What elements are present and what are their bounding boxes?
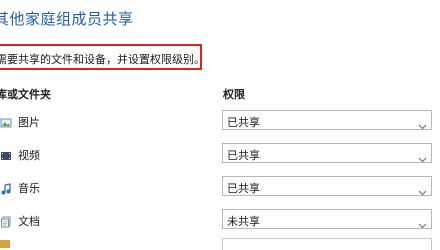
share-row-partial	[0, 238, 440, 250]
chevron-down-icon	[418, 116, 427, 130]
chevron-down-icon	[418, 215, 427, 229]
share-row-pictures: 图片 已共享	[0, 110, 440, 134]
documents-icon	[0, 213, 12, 228]
row-label: 图片	[18, 116, 40, 129]
pictures-icon	[0, 114, 12, 128]
chevron-down-icon	[418, 149, 427, 163]
permission-value: 已共享	[227, 182, 260, 195]
instruction-text: 需要共享的文件和设备，并设置权限级别。	[0, 53, 205, 66]
chevron-down-icon	[418, 182, 427, 196]
column-header-library: 库或文件夹	[0, 88, 51, 101]
permission-select-music[interactable]: 已共享	[222, 176, 432, 196]
share-row-music: 音乐 已共享	[0, 176, 440, 200]
permission-select-documents[interactable]: 未共享	[222, 209, 432, 229]
row-label: 音乐	[18, 182, 40, 195]
permission-value: 已共享	[227, 149, 260, 162]
row-label: 视频	[18, 149, 40, 162]
videos-icon	[0, 147, 12, 160]
music-icon	[0, 180, 12, 195]
permission-select-videos[interactable]: 已共享	[222, 143, 432, 163]
row-label: 文档	[18, 215, 40, 228]
printer-icon	[0, 240, 10, 248]
share-row-documents: 文档 未共享	[0, 209, 440, 233]
permission-select-partial[interactable]	[222, 238, 432, 250]
permission-select-pictures[interactable]: 已共享	[222, 110, 432, 130]
permission-value: 未共享	[227, 215, 260, 228]
column-header-permission: 权限	[223, 88, 245, 101]
page-title: 其他家庭组成员共享	[0, 10, 134, 28]
share-row-videos: 视频 已共享	[0, 143, 440, 167]
permission-value: 已共享	[227, 116, 260, 129]
